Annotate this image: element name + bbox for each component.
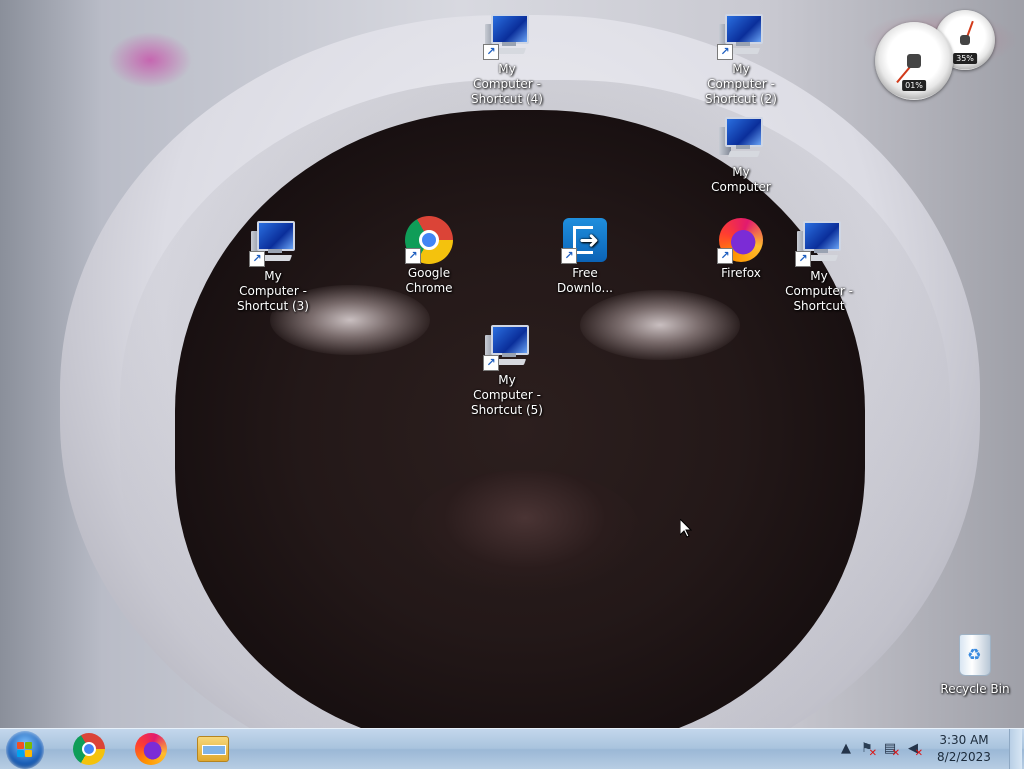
- network-icon[interactable]: ▤ ✕: [882, 741, 900, 759]
- computer-icon: ↗: [717, 12, 765, 60]
- mouse-cursor-icon: [680, 519, 692, 538]
- recycle-bin-icon: [951, 632, 999, 680]
- wallpaper-mouth: [410, 470, 640, 590]
- desktop-icon-label: My Computer - Shortcut (2): [705, 62, 777, 106]
- desktop-icon-label: My Computer - Shortcut (4): [471, 62, 543, 106]
- desktop-icon-free-download-manager[interactable]: ↗ Free Downlo...: [545, 216, 625, 296]
- folder-icon: [197, 736, 229, 762]
- cpu-gauge: 01%: [875, 22, 953, 100]
- taskbar-firefox-button[interactable]: [122, 730, 180, 768]
- shortcut-arrow-icon: ↗: [717, 248, 733, 264]
- desktop-icon-label: Google Chrome: [405, 266, 453, 295]
- cpu-meter-gadget[interactable]: 35% 01%: [873, 8, 1003, 104]
- shortcut-arrow-icon: ↗: [249, 251, 265, 267]
- shortcut-arrow-icon: ↗: [483, 44, 499, 60]
- desktop-icon-label: My Computer - Shortcut: [785, 269, 853, 313]
- clock-date: 8/2/2023: [937, 750, 991, 764]
- shortcut-arrow-icon: ↗: [561, 248, 577, 264]
- shortcut-arrow-icon: ↗: [717, 44, 733, 60]
- computer-icon: [717, 115, 765, 163]
- desktop-icon-firefox[interactable]: ↗ Firefox: [701, 216, 781, 281]
- desktop-icon-my-computer-shortcut-3[interactable]: ↗ My Computer - Shortcut (3): [233, 219, 313, 314]
- desktop-icon-label: My Computer: [711, 165, 771, 194]
- shortcut-arrow-icon: ↗: [405, 248, 421, 264]
- desktop-icon-recycle-bin[interactable]: Recycle Bin: [935, 632, 1015, 697]
- wallpaper-eye-right: [580, 290, 740, 360]
- desktop-icon-my-computer-shortcut-4[interactable]: ↗ My Computer - Shortcut (4): [467, 12, 547, 107]
- start-button[interactable]: [6, 731, 44, 769]
- desktop-icon-label: Free Downlo...: [557, 266, 613, 295]
- cpu-readout: 01%: [902, 80, 926, 91]
- taskbar-chrome-button[interactable]: [60, 730, 118, 768]
- desktop-icon-label: My Computer - Shortcut (3): [237, 269, 309, 313]
- download-manager-icon: ↗: [561, 216, 609, 264]
- computer-icon: ↗: [483, 323, 531, 371]
- desktop-icon-label: Firefox: [721, 266, 761, 280]
- computer-icon: ↗: [795, 219, 843, 267]
- taskbar: ▲ ⚑ ✕ ▤ ✕ ◀ ✕ 3:30 AM 8/2/2023: [0, 728, 1024, 769]
- desktop-icon-label: My Computer - Shortcut (5): [471, 373, 543, 417]
- volume-icon[interactable]: ◀ ✕: [905, 741, 923, 759]
- show-desktop-button[interactable]: [1009, 729, 1022, 769]
- desktop-icon-label: Recycle Bin: [940, 682, 1010, 696]
- memory-readout: 35%: [953, 53, 977, 64]
- shortcut-arrow-icon: ↗: [483, 355, 499, 371]
- computer-icon: ↗: [249, 219, 297, 267]
- computer-icon: ↗: [483, 12, 531, 60]
- clock[interactable]: 3:30 AM 8/2/2023: [928, 732, 1000, 766]
- chrome-icon: ↗: [405, 216, 453, 264]
- desktop-icon-google-chrome[interactable]: ↗ Google Chrome: [389, 216, 469, 296]
- chrome-icon: [73, 733, 105, 765]
- firefox-icon: [135, 733, 167, 765]
- desktop-icon-my-computer[interactable]: My Computer: [701, 115, 781, 195]
- firefox-icon: ↗: [717, 216, 765, 264]
- shortcut-arrow-icon: ↗: [795, 251, 811, 267]
- taskbar-explorer-button[interactable]: [184, 730, 242, 768]
- wallpaper-face: [175, 110, 865, 728]
- action-center-icon[interactable]: ⚑ ✕: [859, 741, 877, 759]
- desktop-icon-my-computer-shortcut-5[interactable]: ↗ My Computer - Shortcut (5): [467, 323, 547, 418]
- desktop-icon-my-computer-shortcut-2[interactable]: ↗ My Computer - Shortcut (2): [701, 12, 781, 107]
- clock-time: 3:30 AM: [939, 733, 989, 747]
- desktop-icon-my-computer-shortcut[interactable]: ↗ My Computer - Shortcut: [779, 219, 859, 314]
- show-hidden-icons-icon[interactable]: ▲: [838, 741, 854, 757]
- windows-logo-icon: [17, 742, 33, 758]
